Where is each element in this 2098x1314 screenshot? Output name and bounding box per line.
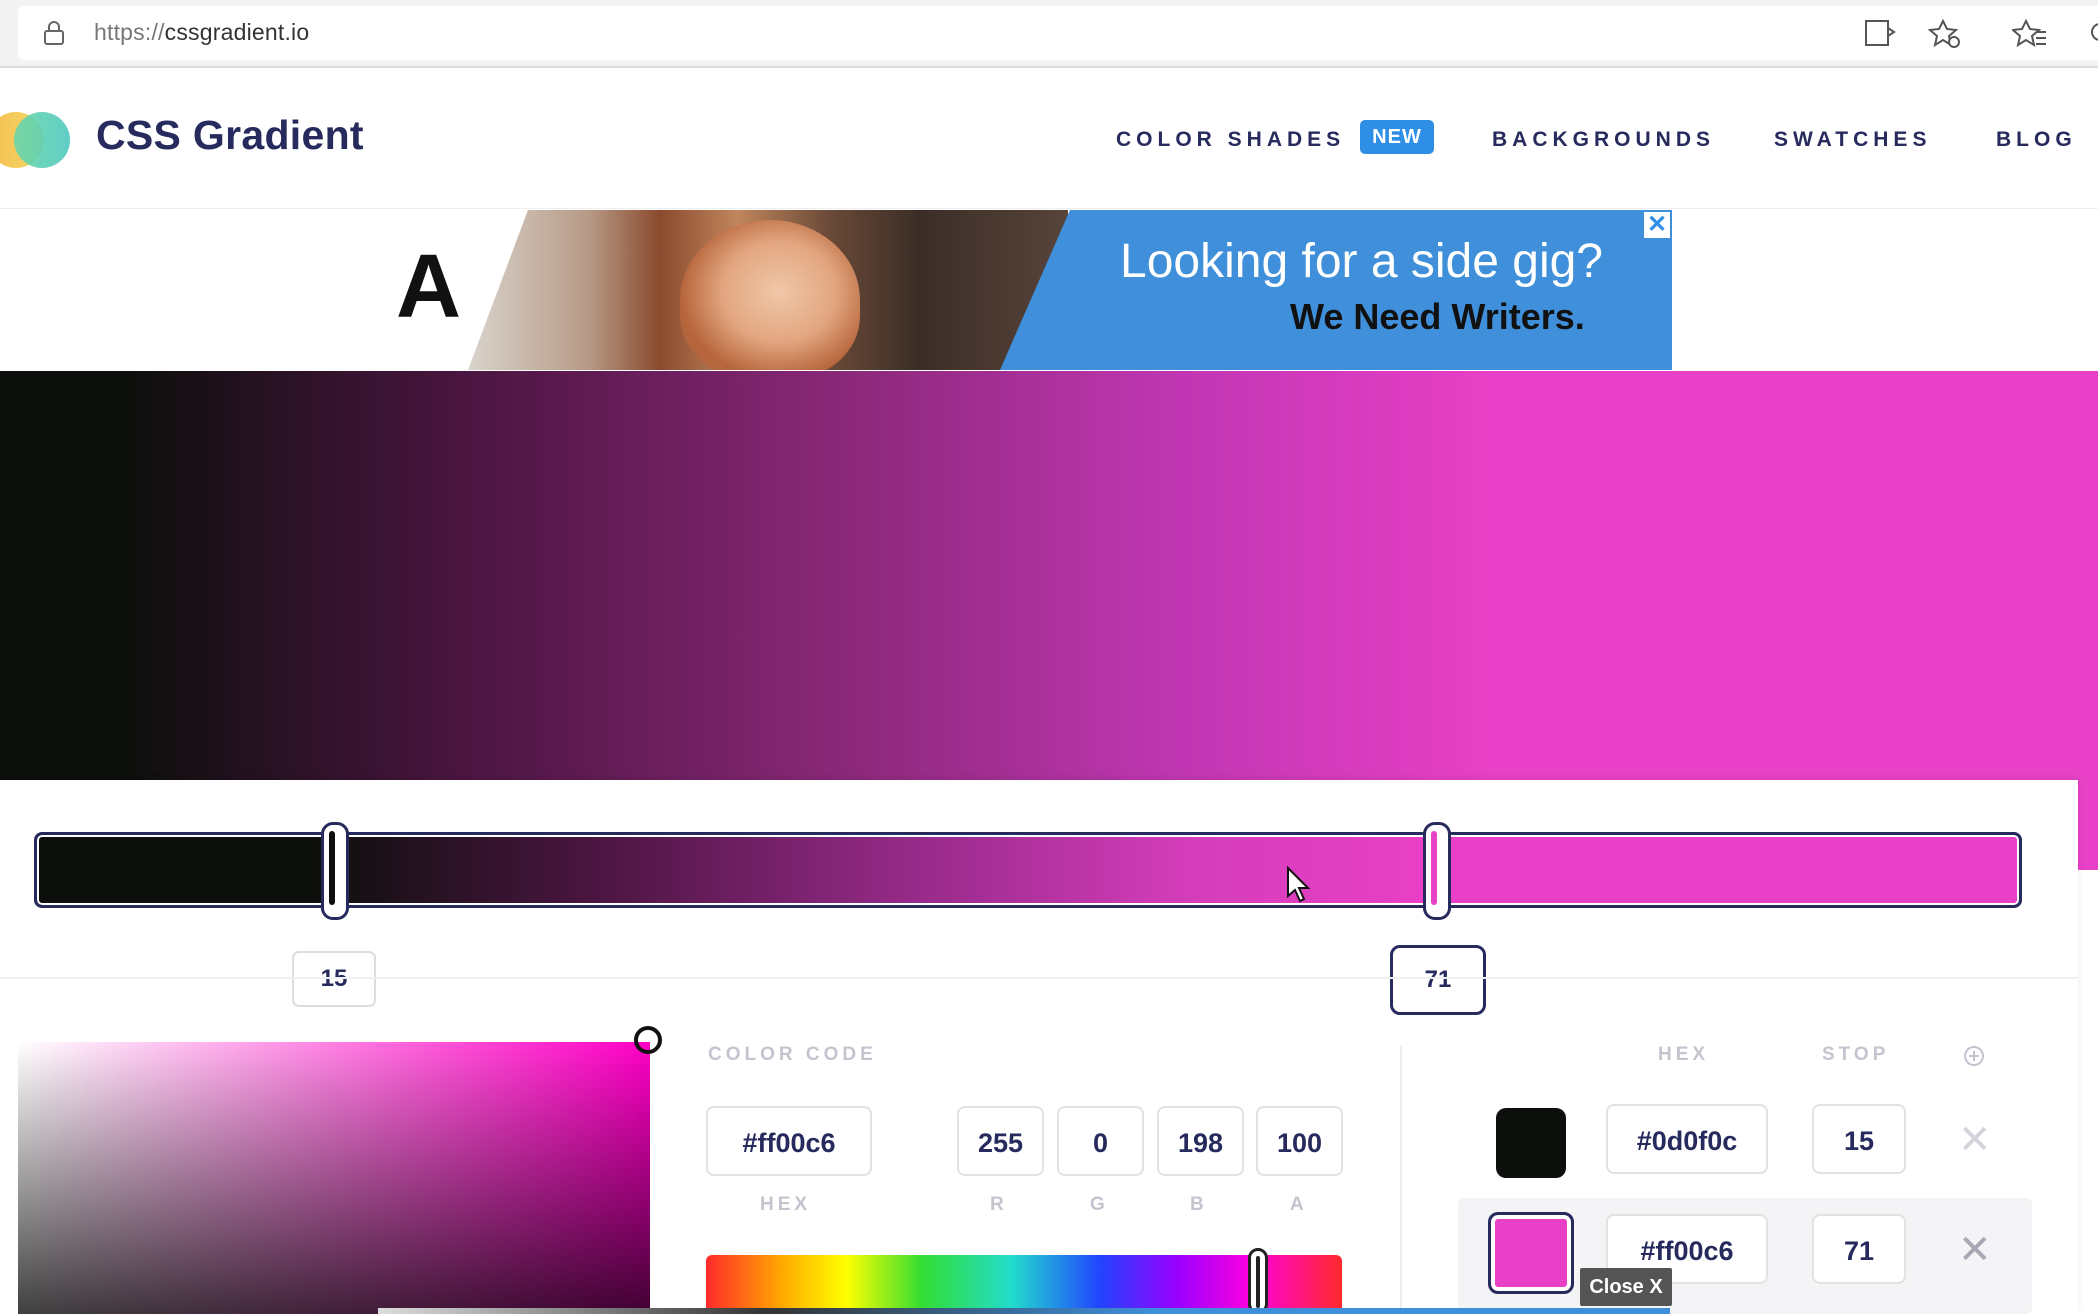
remove-stop-2-icon[interactable]: ✕ [1958, 1230, 1992, 1270]
gradient-preview [0, 371, 2098, 780]
collections-icon[interactable] [2090, 18, 2098, 53]
ad-headline: Looking for a side gig? [1120, 235, 1603, 288]
stop-position-input-1[interactable]: 15 [1812, 1104, 1906, 1174]
ad-logo: A [396, 237, 461, 337]
reader-view-icon[interactable] [1864, 18, 1896, 53]
new-badge: NEW [1360, 120, 1434, 154]
green-input[interactable]: 0 [1057, 1106, 1144, 1176]
preview-edge [2078, 780, 2098, 870]
ad-banner[interactable]: A Looking for a side gig? We Need Writer… [380, 210, 1672, 370]
stop-handle-1[interactable] [321, 822, 349, 920]
stop-handle-2[interactable] [1423, 822, 1451, 920]
hue-slider-handle[interactable] [1248, 1248, 1268, 1314]
picker-cursor[interactable] [634, 1026, 662, 1054]
browser-chrome: https://cssgradient.io [0, 0, 2098, 68]
add-favorite-icon[interactable] [1927, 18, 1962, 55]
nav-blog[interactable]: BLOG [1996, 128, 2077, 152]
url-text[interactable]: https://cssgradient.io [94, 19, 309, 46]
column-separator [1400, 1045, 1402, 1314]
stops-hex-heading: HEX [1658, 1044, 1710, 1065]
hex-input[interactable]: #ff00c6 [706, 1106, 872, 1176]
saturation-value-picker[interactable] [18, 1042, 650, 1314]
r-caption: R [990, 1194, 1008, 1215]
a-caption: A [1290, 1194, 1308, 1215]
stop-hex-input-1[interactable]: #0d0f0c [1606, 1104, 1768, 1174]
ad-close-icon[interactable]: ✕ [1644, 212, 1670, 238]
favorites-icon[interactable] [2010, 18, 2048, 55]
ad-photo-person [680, 220, 860, 370]
remove-stop-1-icon[interactable]: ✕ [1958, 1120, 1992, 1160]
color-code-heading: COLOR CODE [708, 1044, 877, 1065]
stop-position-label-1[interactable]: 15 [292, 951, 376, 1007]
alpha-input[interactable]: 100 [1256, 1106, 1343, 1176]
stop-swatch-2[interactable] [1488, 1212, 1574, 1294]
panel-divider [0, 977, 2078, 979]
brand-name[interactable]: CSS Gradient [96, 112, 364, 159]
blue-input[interactable]: 198 [1157, 1106, 1244, 1176]
stops-stop-heading: STOP [1822, 1044, 1890, 1065]
hue-slider[interactable] [706, 1255, 1342, 1314]
close-ad-button[interactable]: Close X [1580, 1268, 1672, 1306]
mouse-cursor-icon [1286, 865, 1314, 909]
address-bar[interactable]: https://cssgradient.io [18, 6, 2098, 60]
info-icon[interactable] [1962, 1044, 1986, 1073]
lock-icon [42, 20, 66, 51]
ad-subline: We Need Writers. [1290, 296, 1585, 337]
nav-color-shades[interactable]: COLOR SHADES [1116, 128, 1345, 152]
nav-backgrounds[interactable]: BACKGROUNDS [1492, 128, 1715, 152]
stop-position-label-2[interactable]: 71 [1390, 945, 1486, 1015]
b-caption: B [1190, 1194, 1208, 1215]
nav-swatches[interactable]: SWATCHES [1774, 128, 1931, 152]
red-input[interactable]: 255 [957, 1106, 1044, 1176]
logo-icon[interactable] [0, 110, 80, 175]
site-header: CSS Gradient COLOR SHADES NEW BACKGROUND… [0, 68, 2098, 209]
stop-position-input-2[interactable]: 71 [1812, 1214, 1906, 1284]
hex-caption: HEX [760, 1194, 812, 1215]
stop-swatch-1[interactable] [1496, 1108, 1566, 1178]
bottom-ad-strip [378, 1308, 1670, 1314]
g-caption: G [1090, 1194, 1109, 1215]
